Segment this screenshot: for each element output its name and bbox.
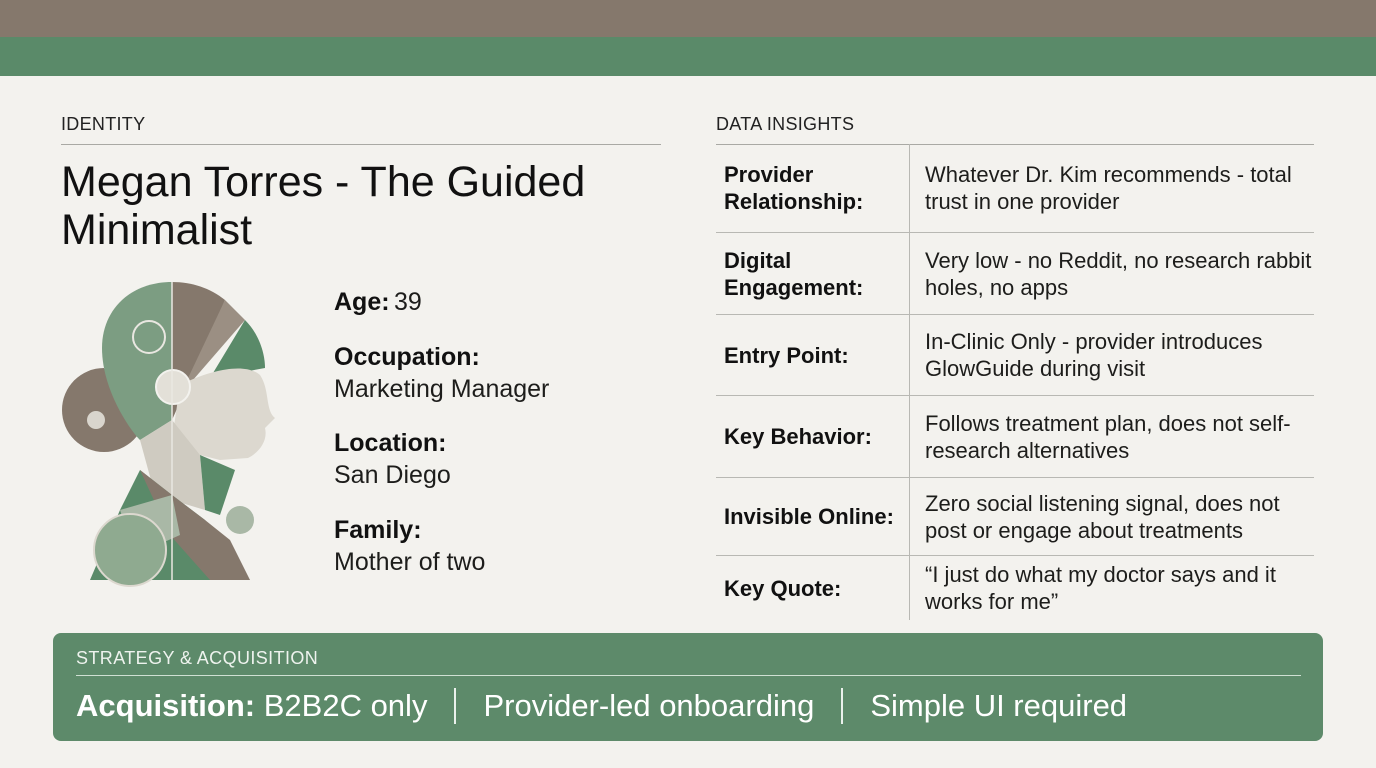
insights-section-label: DATA INSIGHTS	[716, 114, 855, 134]
insight-key: Entry Point:	[716, 315, 910, 395]
insight-value: “I just do what my doctor says and it wo…	[925, 562, 1276, 614]
occupation-label: Occupation:	[334, 343, 480, 371]
persona-portrait-illustration	[62, 282, 275, 587]
strategy-separator	[841, 688, 844, 724]
strategy-items: Acquisition: B2B2C only Provider-led onb…	[76, 687, 1127, 725]
persona-name: Megan Torres - The Guided Minimalist	[61, 158, 586, 254]
insight-key: Digital Engagement:	[716, 233, 910, 314]
insight-key: Invisible Online:	[716, 478, 910, 555]
age-label: Age:	[334, 288, 390, 316]
strategy-divider	[76, 675, 1301, 676]
insight-key: Key Quote:	[716, 556, 910, 620]
strategy-separator	[454, 688, 457, 724]
strategy-section-label: STRATEGY & ACQUISITION	[76, 648, 319, 668]
identity-section-label: IDENTITY	[61, 114, 146, 134]
attribute-location: Location: San Diego	[334, 427, 634, 491]
acquisition-value: B2B2C only	[263, 688, 428, 723]
insight-row-digital-engagement: Digital Engagement: Very low - no Reddit…	[716, 233, 1314, 315]
insight-row-provider-relationship: Provider Relationship: Whatever Dr. Kim …	[716, 144, 1314, 233]
location-value: San Diego	[334, 461, 451, 489]
family-label: Family:	[334, 516, 422, 544]
insight-value: Zero social listening signal, does not p…	[925, 490, 1280, 543]
identity-divider	[61, 144, 661, 145]
insight-value: Follows treatment plan, does not self-re…	[925, 410, 1291, 463]
location-label: Location:	[334, 429, 447, 457]
attribute-age: Age: 39	[334, 286, 634, 322]
insight-key: Key Behavior:	[716, 396, 910, 477]
strategy-item-onboarding: Provider-led onboarding	[483, 688, 815, 723]
header-accent-band	[0, 37, 1376, 76]
family-value: Mother of two	[334, 548, 486, 576]
attribute-family: Family: Mother of two	[334, 514, 634, 578]
insights-table: Provider Relationship: Whatever Dr. Kim …	[716, 144, 1314, 620]
insight-row-entry-point: Entry Point: In-Clinic Only - provider i…	[716, 315, 1314, 396]
insight-row-invisible-online: Invisible Online: Zero social listening …	[716, 478, 1314, 556]
insight-row-key-behavior: Key Behavior: Follows treatment plan, do…	[716, 396, 1314, 478]
insight-value: Very low - no Reddit, no research rabbit…	[925, 247, 1312, 300]
occupation-value: Marketing Manager	[334, 375, 550, 403]
age-value: 39	[394, 288, 422, 316]
acquisition-label: Acquisition:	[76, 688, 256, 723]
insight-row-key-quote: Key Quote: “I just do what my doctor say…	[716, 556, 1314, 620]
insight-key: Provider Relationship:	[716, 144, 910, 232]
header-top-band	[0, 0, 1376, 37]
strategy-panel: STRATEGY & ACQUISITION Acquisition: B2B2…	[53, 633, 1323, 741]
attribute-occupation: Occupation: Marketing Manager	[334, 341, 634, 405]
strategy-item-ui: Simple UI required	[870, 688, 1128, 723]
insight-value: In-Clinic Only - provider introduces Glo…	[925, 329, 1263, 381]
insight-value: Whatever Dr. Kim recommends - total trus…	[925, 162, 1292, 214]
